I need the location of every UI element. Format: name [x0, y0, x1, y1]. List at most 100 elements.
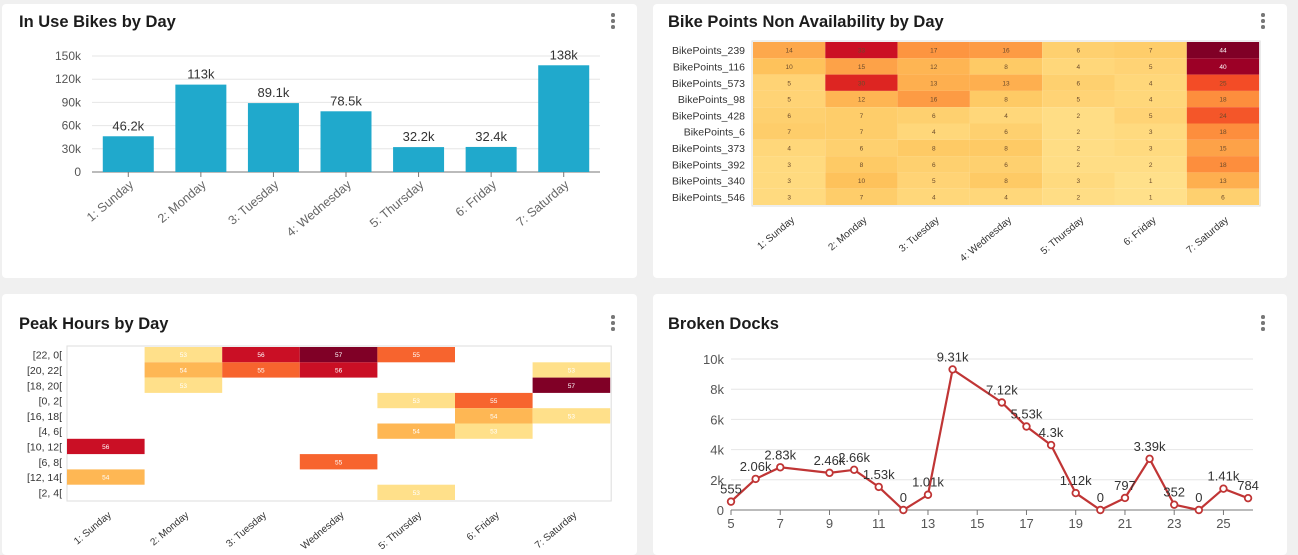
cell-label: 6: [1077, 48, 1081, 55]
data-point: [899, 505, 908, 515]
cell-label: 6: [787, 113, 791, 120]
non-availability-panel: Bike Points Non Availability by Day Bike…: [653, 4, 1287, 278]
cell-label: 5: [1149, 113, 1153, 120]
x-tick-label: 5: Thursday: [377, 510, 424, 552]
cell-label: 4: [787, 145, 791, 152]
data-point: [1170, 500, 1179, 509]
data-label: 352: [1163, 485, 1185, 500]
x-tick-label: 19: [1068, 516, 1082, 531]
data-label: 1.41k: [1208, 469, 1240, 484]
x-tick-label: 7: [777, 516, 784, 531]
x-tick-label: 1: Sunday: [72, 510, 114, 547]
x-tick-label: 3: Tuesday: [897, 215, 942, 255]
y-tick-label: 8k: [710, 382, 724, 397]
y-tick-label: [2, 4[: [39, 487, 62, 499]
y-tick-label: BikePoints_6: [684, 127, 745, 139]
cell-label: 2: [1077, 129, 1081, 136]
y-tick-label: [20, 22[: [27, 365, 62, 377]
cell-label: 12: [930, 64, 938, 71]
cell-label: 44: [1219, 48, 1227, 55]
y-tick-label: BikePoints_392: [672, 159, 745, 171]
x-tick-label: 7: Saturday: [533, 510, 579, 551]
cell-label: 3: [787, 178, 791, 185]
x-tick-label: 13: [921, 516, 935, 531]
y-tick-label: 6k: [710, 412, 724, 427]
x-tick-label: 7: Saturday: [1185, 215, 1231, 256]
y-tick-label: 60k: [62, 119, 82, 133]
cell-label: 6: [1077, 80, 1081, 87]
y-tick-label: 10k: [703, 352, 724, 367]
cell-label: 4: [1149, 97, 1153, 104]
cell-label: 7: [860, 129, 864, 136]
y-tick-label: [10, 12[: [27, 441, 62, 453]
cell-label: 18: [1219, 162, 1227, 169]
data-point: [1071, 488, 1080, 498]
cell-label: 3: [787, 194, 791, 201]
x-tick-label: 6: Friday: [465, 510, 502, 543]
cell-label: 8: [1004, 64, 1008, 71]
data-label: 113k: [187, 67, 215, 82]
y-tick-label: 150k: [55, 49, 82, 63]
data-label: 0: [900, 490, 907, 505]
cell-label: 2: [1077, 145, 1081, 152]
cell-label: 57: [335, 352, 343, 359]
cell-label: 8: [932, 145, 936, 152]
cell-label: 10: [858, 178, 866, 185]
cell-label: 5: [932, 178, 936, 185]
x-tick-label: 4: Wednesday: [284, 177, 355, 239]
cell-label: 40: [1219, 64, 1227, 71]
cell-label: 4: [932, 129, 936, 136]
x-tick-label: 9: [826, 516, 833, 531]
cell-label: 53: [413, 490, 421, 497]
cell-label: 6: [1004, 129, 1008, 136]
cell-label: 10: [786, 64, 794, 71]
data-point: [1046, 440, 1056, 450]
cell-label: 4: [1149, 80, 1153, 87]
cell-label: 24: [1219, 113, 1227, 120]
y-tick-label: 120k: [55, 72, 82, 86]
data-point: [874, 482, 883, 492]
cell-label: 15: [858, 64, 866, 71]
x-tick-label: 25: [1216, 516, 1230, 531]
broken-docks-chart: 02k4k6k8k10k5 7 9 11 13 15 17 19 21 23 255552.06k2…: [703, 349, 1259, 531]
cell-label: 4: [1077, 64, 1081, 71]
cell-label: 3: [1149, 145, 1153, 152]
data-label: 2.83k: [764, 447, 796, 462]
data-label: 555: [720, 482, 742, 497]
data-label: 1.53k: [863, 467, 895, 482]
y-tick-label: [12, 14[: [27, 472, 62, 484]
cell-label: 12: [858, 97, 866, 104]
data-label: 46.2k: [112, 118, 144, 133]
cell-label: 54: [413, 429, 421, 436]
cell-label: 6: [932, 162, 936, 169]
cell-label: 30: [858, 80, 866, 87]
data-point: [776, 463, 785, 472]
x-tick-label: 7: Saturday: [514, 177, 573, 229]
cell-label: 13: [930, 80, 938, 87]
bar: [538, 65, 590, 172]
y-tick-label: BikePoints_373: [672, 143, 745, 155]
x-tick-label: 6: Friday: [453, 177, 500, 219]
non-availability-heatmap: BikePoints_239 14 33 17 16 6 7 44BikePoints_116…: [672, 40, 1261, 264]
y-tick-label: 0: [717, 503, 724, 518]
x-tick-label: 1: Sunday: [755, 215, 797, 252]
bar: [247, 103, 299, 172]
bar: [393, 147, 445, 172]
x-tick-label: 2: Monday: [148, 510, 191, 548]
cell-label: 54: [490, 413, 498, 420]
y-tick-label: 90k: [62, 95, 82, 109]
data-label: 78.5k: [330, 93, 362, 108]
cell-label: 2: [1077, 194, 1081, 201]
cell-label: 8: [860, 162, 864, 169]
data-label: 89.1k: [258, 85, 290, 100]
peak-hours-heatmap: [22, 0[53 56 57 55 [20, 22[54 55 56 53 [18, 20[5…: [27, 345, 612, 552]
cell-label: 6: [1004, 162, 1008, 169]
y-tick-label: BikePoints_428: [672, 110, 745, 122]
cell-label: 5: [787, 80, 791, 87]
cell-label: 2: [1149, 162, 1153, 169]
bar: [465, 146, 517, 172]
cell-label: 18: [1219, 97, 1227, 104]
y-tick-label: 0: [74, 165, 81, 179]
cell-label: 18: [1219, 129, 1227, 136]
cell-label: 2: [1077, 162, 1081, 169]
